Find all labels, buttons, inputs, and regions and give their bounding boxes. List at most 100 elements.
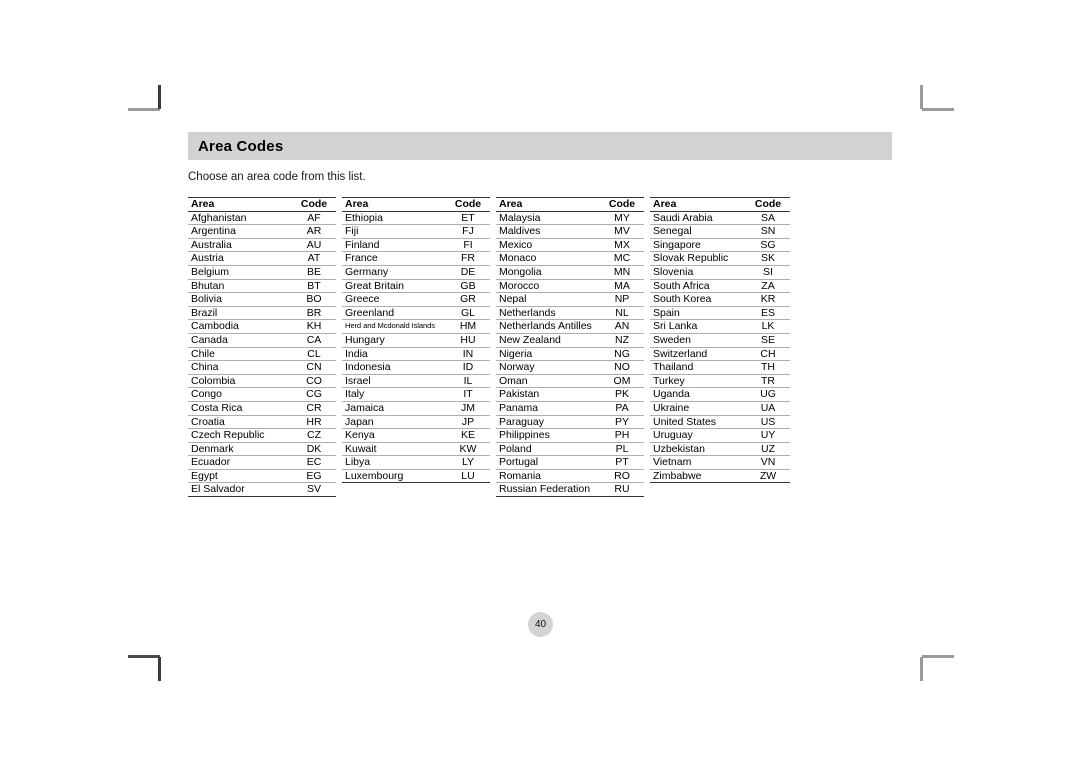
cell-area: Indonesia <box>342 360 446 375</box>
cell-code: AR <box>292 224 336 239</box>
cell-area: Nepal <box>496 292 600 307</box>
table-row: Kuwait KW <box>342 442 490 457</box>
cell-code: LK <box>746 319 790 334</box>
cell-area: Singapore <box>650 238 746 253</box>
page-number-label: 40 <box>534 619 547 630</box>
table-row: Germany DE <box>342 265 490 280</box>
cell-area: Kuwait <box>342 442 446 457</box>
cell-area: Canada <box>188 333 292 348</box>
table-row: New Zealand NZ <box>496 333 644 348</box>
cell-area: Monaco <box>496 251 600 266</box>
table-row: France FR <box>342 251 490 266</box>
cell-code: KH <box>292 319 336 334</box>
table-row: Brazil BR <box>188 306 336 321</box>
cell-code: JP <box>446 415 490 430</box>
cell-area: Egypt <box>188 469 292 484</box>
cell-code: US <box>746 415 790 430</box>
cell-area: Switzerland <box>650 347 746 362</box>
cell-code: SA <box>746 211 790 226</box>
cell-area: China <box>188 360 292 375</box>
table-row: Czech Republic CZ <box>188 428 336 443</box>
cell-code: FJ <box>446 224 490 239</box>
table-row: South Africa ZA <box>650 279 790 294</box>
table-row: Uzbekistan UZ <box>650 442 790 457</box>
cell-code: DE <box>446 265 490 280</box>
cell-code: ES <box>746 306 790 321</box>
header-area: Area <box>496 197 600 212</box>
cell-area: Germany <box>342 265 446 280</box>
cell-area: Mexico <box>496 238 600 253</box>
table-row: Singapore SG <box>650 238 790 253</box>
cell-code: AU <box>292 238 336 253</box>
cell-code: PK <box>600 387 644 402</box>
cell-code: PH <box>600 428 644 443</box>
cell-area: Denmark <box>188 442 292 457</box>
cell-code: GL <box>446 306 490 321</box>
area-codes-table-container: Area Code Afghanistan AF Argentina AR Australi… <box>188 197 892 498</box>
table-row: India IN <box>342 347 490 362</box>
page-content: Area Codes Choose an area code from this… <box>188 132 892 498</box>
cell-code: ZA <box>746 279 790 294</box>
table-row: Italy IT <box>342 387 490 402</box>
page-title: Area Codes <box>198 137 284 155</box>
cell-code: MN <box>600 265 644 280</box>
cell-area: South Korea <box>650 292 746 307</box>
page-number-badge: 40 <box>528 612 553 637</box>
area-codes-table-2: Area Code Ethiopia ET Fiji FJ Finland FI France F… <box>342 197 490 484</box>
table-row: Jamaica JM <box>342 401 490 416</box>
cell-area: Morocco <box>496 279 600 294</box>
table-row: South Korea KR <box>650 292 790 307</box>
table-row: Sweden SE <box>650 333 790 348</box>
table-row: Zimbabwe ZW <box>650 469 790 484</box>
table-row: Portugal PT <box>496 455 644 470</box>
table-row: Costa Rica CR <box>188 401 336 416</box>
cell-code: FI <box>446 238 490 253</box>
cell-code: SG <box>746 238 790 253</box>
table-row: Netherlands Antilles AN <box>496 319 644 334</box>
table-row: United States US <box>650 415 790 430</box>
cell-code: BE <box>292 265 336 280</box>
cell-area: Uzbekistan <box>650 442 746 457</box>
table-row: Sri Lanka LK <box>650 319 790 334</box>
cell-code: BT <box>292 279 336 294</box>
cell-area: Sweden <box>650 333 746 348</box>
cell-area: Israel <box>342 374 446 389</box>
cell-area: Thailand <box>650 360 746 375</box>
column-group-1: Area Code Afghanistan AF Argentina AR Australi… <box>188 197 336 498</box>
header-area: Area <box>342 197 446 212</box>
header-code: Code <box>446 197 490 212</box>
table-row: Vietnam VN <box>650 455 790 470</box>
cell-area: Colombia <box>188 374 292 389</box>
cell-area: Bolivia <box>188 292 292 307</box>
cell-code: MC <box>600 251 644 266</box>
table-row: Fiji FJ <box>342 224 490 239</box>
cell-area: Philippines <box>496 428 600 443</box>
table-row: Switzerland CH <box>650 347 790 362</box>
cell-area: Oman <box>496 374 600 389</box>
cell-area: Netherlands <box>496 306 600 321</box>
cell-area: Fiji <box>342 224 446 239</box>
table-row: Malaysia MY <box>496 211 644 226</box>
table-row: Greece GR <box>342 292 490 307</box>
header-code: Code <box>600 197 644 212</box>
cell-code: PL <box>600 442 644 457</box>
cell-code: MA <box>600 279 644 294</box>
cell-code: PY <box>600 415 644 430</box>
cell-code: SV <box>292 482 336 498</box>
table-row: Chile CL <box>188 347 336 362</box>
cell-area: New Zealand <box>496 333 600 348</box>
crop-mark-bottom-right-horizontal <box>922 655 954 658</box>
cell-code: KE <box>446 428 490 443</box>
cell-code: UZ <box>746 442 790 457</box>
cell-code: NP <box>600 292 644 307</box>
table-row: Norway NO <box>496 360 644 375</box>
table-row: China CN <box>188 360 336 375</box>
area-codes-table-1: Area Code Afghanistan AF Argentina AR Australi… <box>188 197 336 498</box>
cell-code: AF <box>292 211 336 226</box>
cell-area: Zimbabwe <box>650 469 746 484</box>
table-row: Japan JP <box>342 415 490 430</box>
cell-code: LU <box>446 469 490 484</box>
cell-area: Japan <box>342 415 446 430</box>
cell-code: UY <box>746 428 790 443</box>
cell-code: PT <box>600 455 644 470</box>
